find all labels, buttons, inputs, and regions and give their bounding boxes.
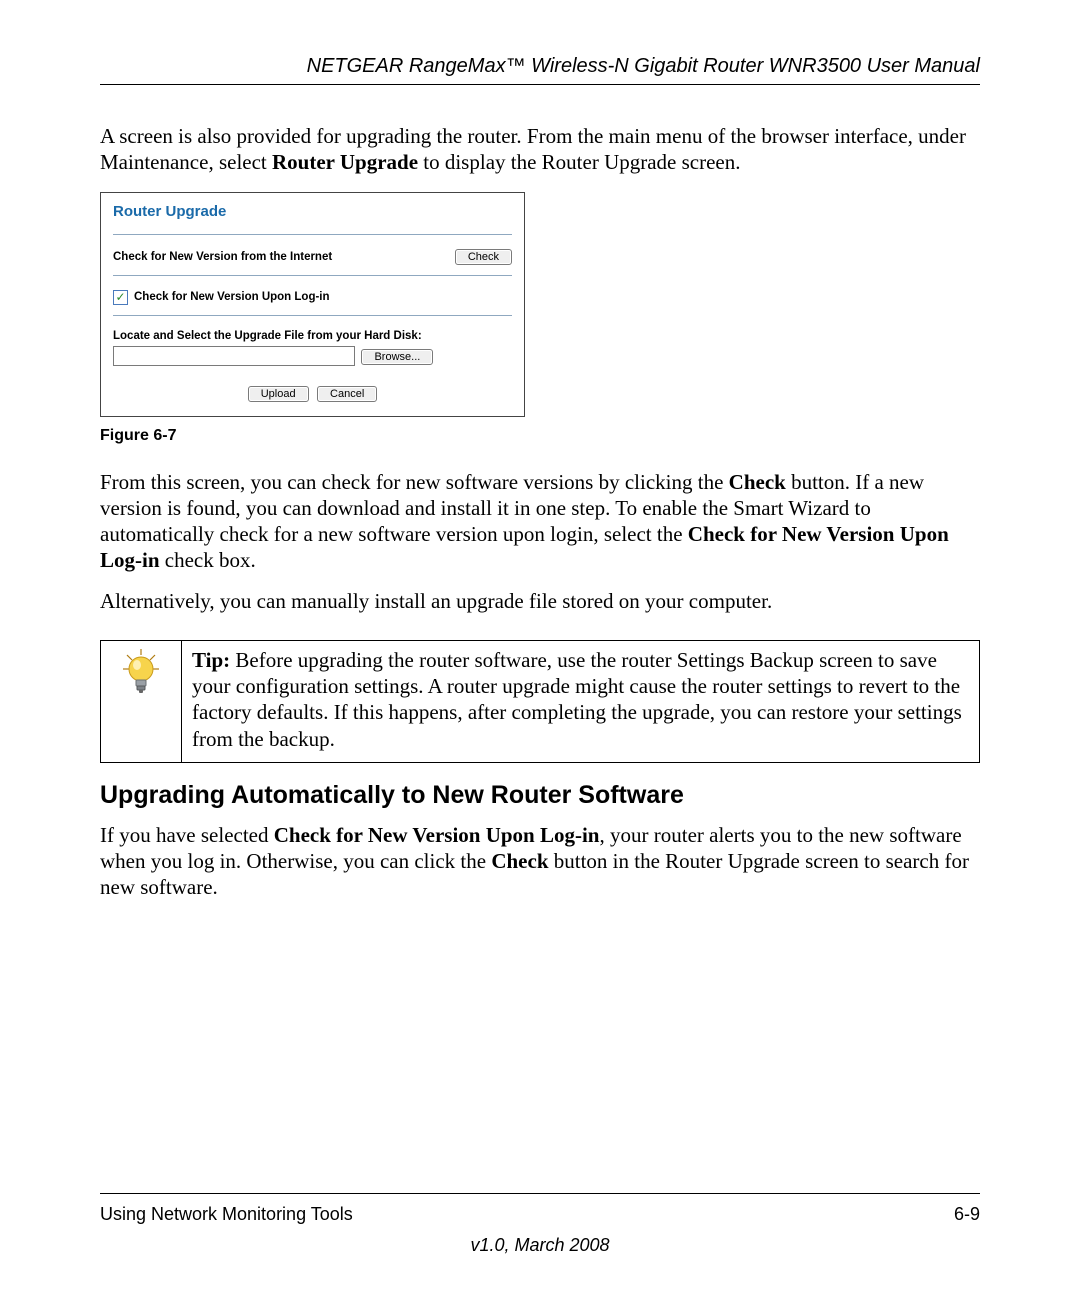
bold-router-upgrade: Router Upgrade — [272, 150, 418, 174]
section-heading: Upgrading Automatically to New Router So… — [100, 781, 980, 810]
tip-box: Tip: Before upgrading the router softwar… — [100, 640, 980, 763]
router-upgrade-panel: Router Upgrade Check for New Version fro… — [100, 192, 525, 417]
page-header-title: NETGEAR RangeMax™ Wireless-N Gigabit Rou… — [100, 55, 980, 78]
panel-title: Router Upgrade — [113, 203, 512, 224]
bold-check-2: Check — [491, 849, 548, 873]
check-version-label: Check for New Version from the Internet — [113, 251, 332, 263]
footer-section-name: Using Network Monitoring Tools — [100, 1204, 353, 1225]
intro-paragraph: A screen is also provided for upgrading … — [100, 123, 980, 176]
auto-upgrade-paragraph: If you have selected Check for New Versi… — [100, 822, 980, 901]
header-rule — [100, 84, 980, 85]
description-paragraph: From this screen, you can check for new … — [100, 469, 980, 574]
footer-page-number: 6-9 — [954, 1204, 980, 1225]
upgrade-file-input[interactable] — [113, 346, 355, 366]
text: If you have selected — [100, 823, 274, 847]
cancel-button[interactable]: Cancel — [317, 386, 377, 402]
page-footer: Using Network Monitoring Tools 6-9 v1.0,… — [100, 1193, 980, 1256]
panel-separator — [113, 315, 512, 316]
tip-text: Before upgrading the router software, us… — [192, 648, 962, 751]
tip-label: Tip: — [192, 648, 230, 672]
bold-check: Check — [729, 470, 786, 494]
check-version-login-label: Check for New Version Upon Log-in — [134, 291, 330, 303]
bold-check-login-2: Check for New Version Upon Log-in — [274, 823, 600, 847]
panel-separator — [113, 275, 512, 276]
tip-text-cell: Tip: Before upgrading the router softwar… — [182, 640, 980, 762]
browse-button[interactable]: Browse... — [361, 349, 433, 365]
panel-separator — [113, 234, 512, 235]
text: to display the Router Upgrade screen. — [418, 150, 741, 174]
figure-caption: Figure 6-7 — [100, 427, 980, 445]
locate-file-label: Locate and Select the Upgrade File from … — [113, 330, 512, 342]
check-button[interactable]: Check — [455, 249, 512, 265]
lightbulb-icon — [119, 647, 163, 699]
text: From this screen, you can check for new … — [100, 470, 729, 494]
footer-rule — [100, 1193, 980, 1194]
upload-button[interactable]: Upload — [248, 386, 309, 402]
check-version-login-checkbox[interactable]: ✓ — [113, 290, 128, 305]
text: check box. — [160, 548, 256, 572]
alt-paragraph: Alternatively, you can manually install … — [100, 588, 980, 614]
footer-version: v1.0, March 2008 — [100, 1235, 980, 1256]
tip-icon-cell — [101, 640, 182, 762]
